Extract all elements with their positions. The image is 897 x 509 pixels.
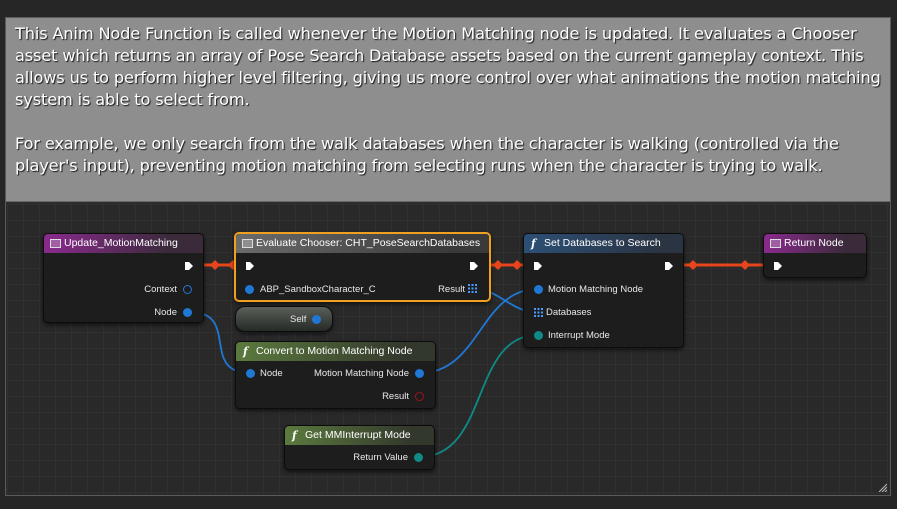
node-title: Evaluate Chooser: CHT_PoseSearchDatabase…	[256, 237, 481, 249]
mm-node-output-pin[interactable]	[415, 369, 424, 378]
node-header: f Convert to Motion Matching Node	[236, 342, 435, 361]
set-databases-to-search-node[interactable]: f Set Databases to Search Motion Matchin…	[523, 233, 684, 348]
return-value-pin[interactable]	[414, 453, 423, 462]
node-input-pin[interactable]	[246, 369, 255, 378]
evaluate-chooser-node[interactable]: Evaluate Chooser: CHT_PoseSearchDatabase…	[234, 232, 491, 302]
pin-label-return-value: Return Value	[353, 452, 408, 463]
result-pin[interactable]	[415, 392, 424, 401]
self-pin[interactable]	[312, 315, 321, 324]
exec-in-pin[interactable]	[245, 261, 255, 271]
node-title: Update_MotionMatching	[64, 237, 178, 249]
node-pin[interactable]	[183, 308, 192, 317]
array-grid-icon[interactable]	[468, 284, 477, 293]
convert-to-motion-matching-node[interactable]: f Convert to Motion Matching Node Node M…	[235, 341, 436, 409]
pin-label-databases: Databases	[546, 307, 592, 318]
pin-label-interrupt-mode: Interrupt Mode	[548, 330, 610, 341]
node-title: Convert to Motion Matching Node	[256, 345, 413, 357]
node-header: f Set Databases to Search	[524, 234, 683, 253]
update-motion-matching-node[interactable]: Update_MotionMatching Context Node	[43, 233, 204, 323]
blueprint-graph-editor[interactable]: This Anim Node Function is called whenev…	[0, 0, 897, 509]
function-f-icon: f	[243, 345, 248, 358]
function-f-icon: f	[531, 237, 536, 250]
pin-label-mm-node: Motion Matching Node	[548, 284, 644, 295]
self-node[interactable]: Self	[235, 306, 333, 332]
array-grid-icon[interactable]	[534, 308, 543, 317]
return-node[interactable]: Return Node	[763, 233, 867, 278]
pin-label-context-object: ABP_SandboxCharacter_C	[260, 284, 376, 295]
exec-out-pin[interactable]	[664, 261, 674, 271]
exec-out-pin[interactable]	[469, 261, 479, 271]
exec-out-pin[interactable]	[184, 261, 194, 271]
node-title: Set Databases to Search	[544, 237, 661, 249]
exec-in-pin[interactable]	[533, 261, 543, 271]
event-node-icon	[770, 239, 781, 248]
context-object-pin[interactable]	[245, 285, 254, 294]
node-title: Return Node	[784, 237, 844, 249]
function-node-icon	[242, 239, 253, 248]
interrupt-mode-pin[interactable]	[534, 331, 543, 340]
pin-label-node: Node	[154, 307, 177, 318]
self-label: Self	[290, 314, 307, 325]
node-header: Evaluate Chooser: CHT_PoseSearchDatabase…	[236, 234, 489, 253]
node-header: Return Node	[764, 234, 866, 253]
pin-label-result: Result	[382, 391, 409, 402]
pin-label-result: Result	[438, 284, 465, 295]
pin-label-mm-node: Motion Matching Node	[313, 368, 409, 379]
node-header: Update_MotionMatching	[44, 234, 203, 253]
mm-node-pin[interactable]	[534, 285, 543, 294]
node-header: f Get MMInterrupt Mode	[285, 426, 434, 445]
interrupt-wire	[418, 334, 539, 458]
exec-in-pin[interactable]	[773, 261, 783, 271]
function-f-icon: f	[292, 429, 297, 442]
pin-label-context: Context	[144, 284, 177, 295]
pin-label-node: Node	[260, 368, 283, 379]
event-node-icon	[50, 239, 61, 248]
context-pin[interactable]	[183, 285, 192, 294]
node-title: Get MMInterrupt Mode	[305, 429, 411, 441]
get-mm-interrupt-mode-node[interactable]: f Get MMInterrupt Mode Return Value	[284, 425, 435, 470]
